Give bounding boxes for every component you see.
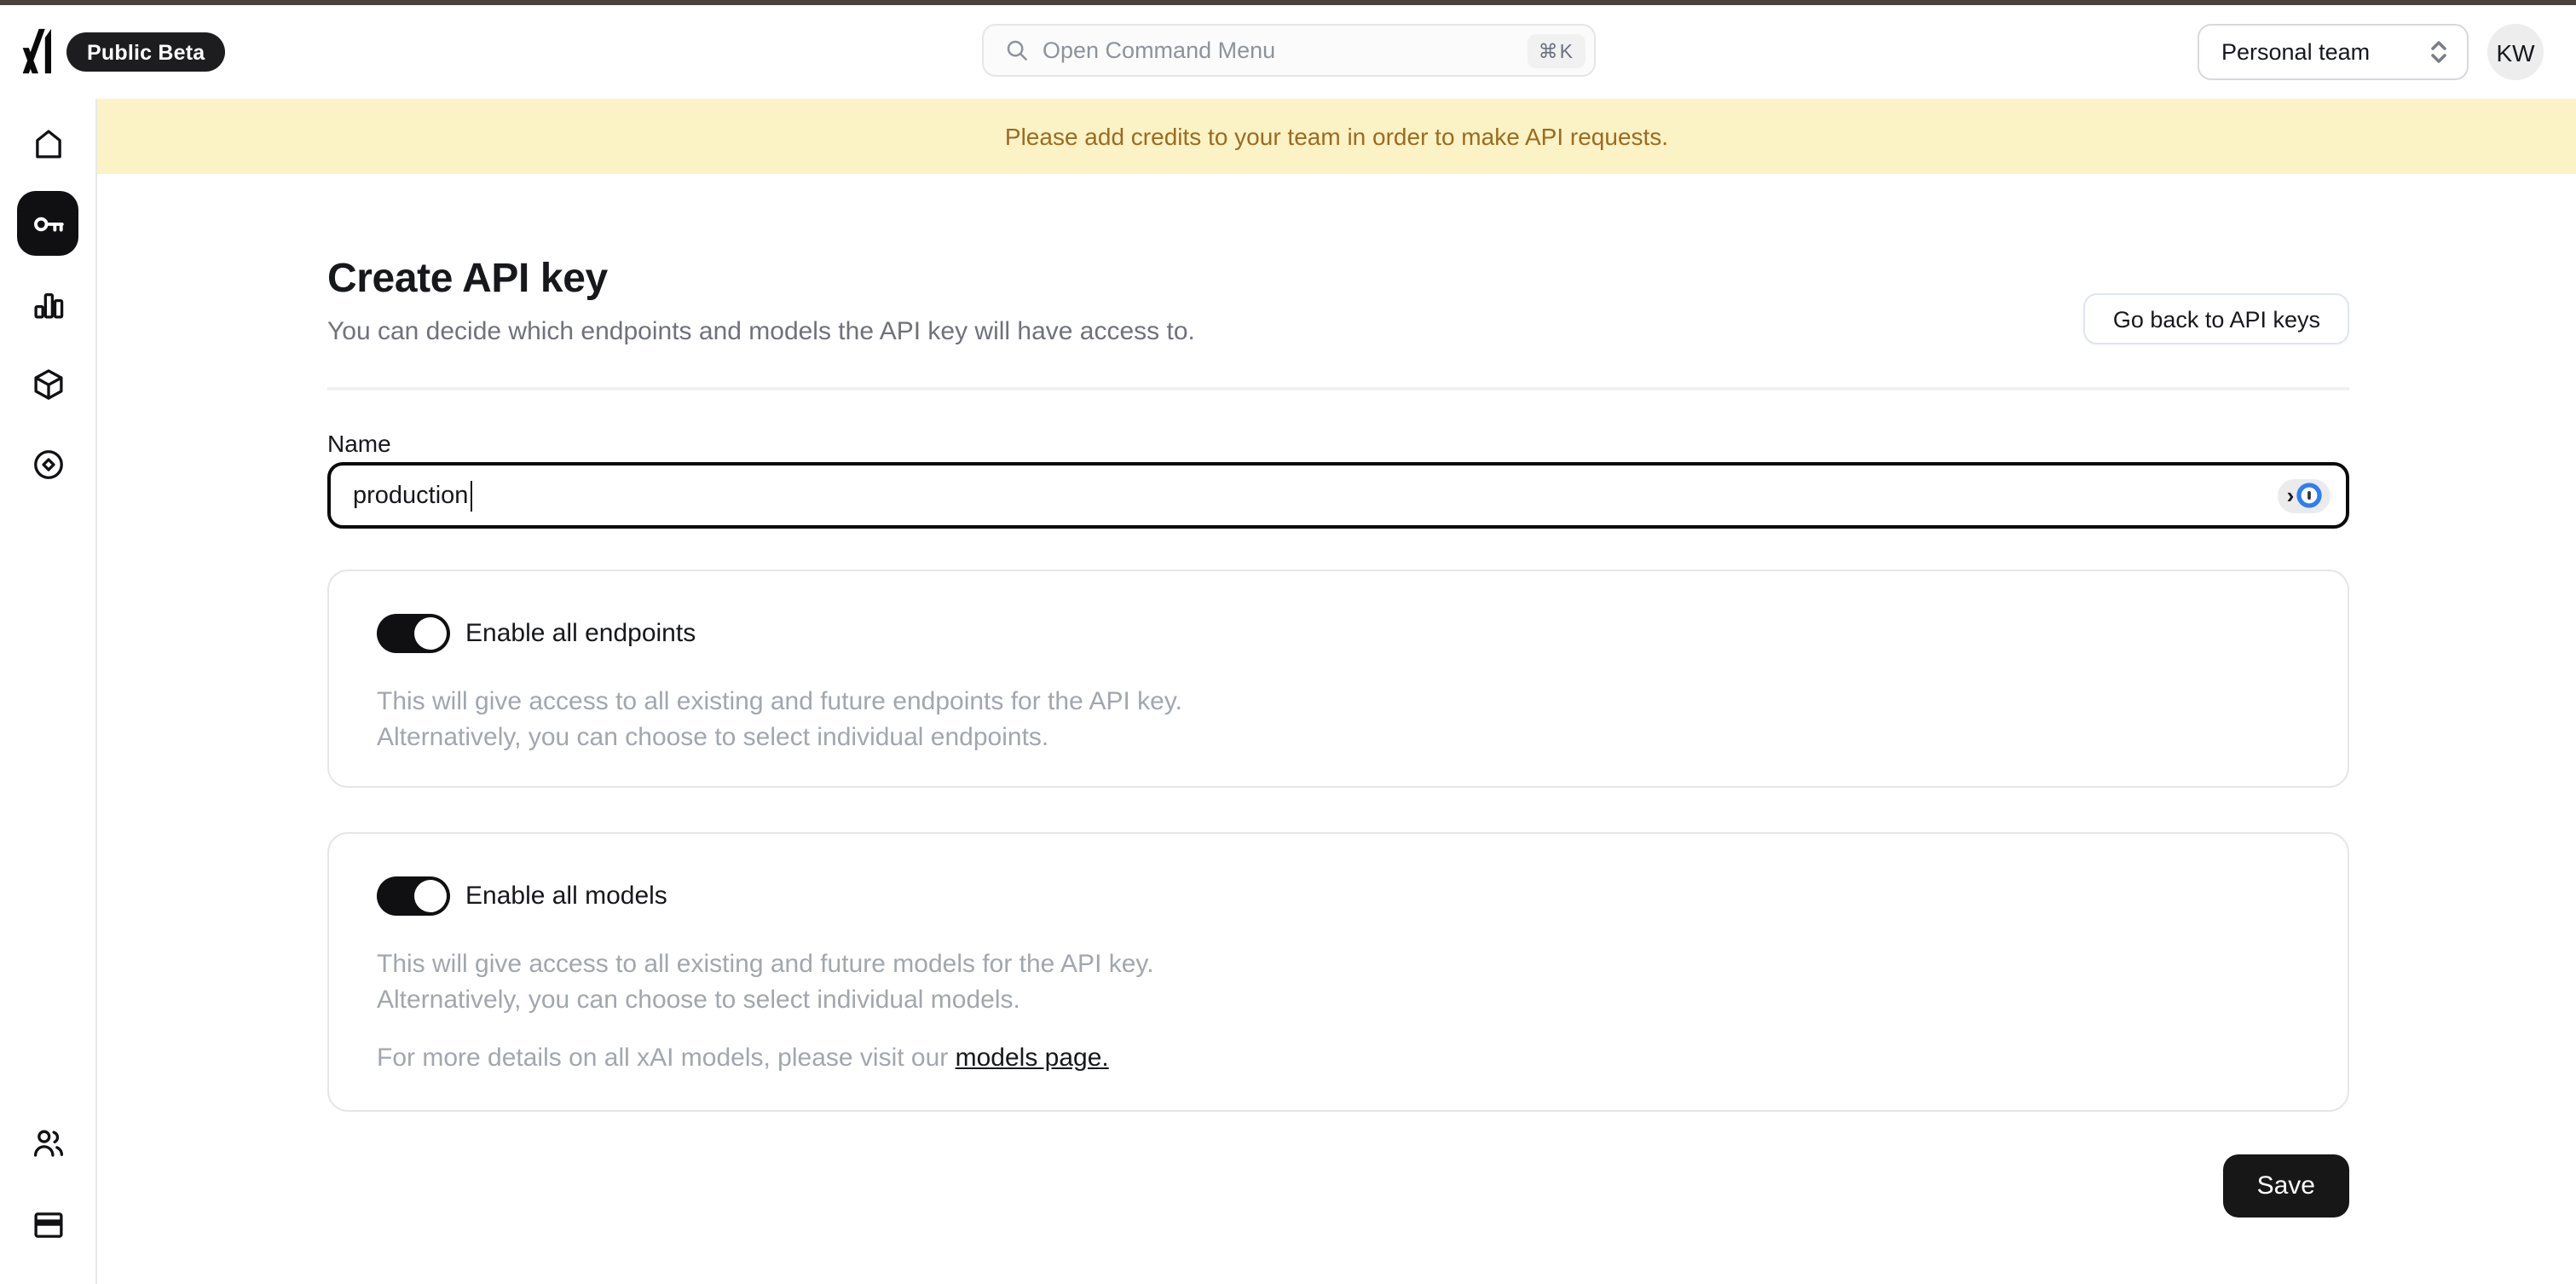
models-page-link[interactable]: models page. <box>956 1044 1109 1073</box>
key-icon <box>30 205 66 241</box>
sidebar-item-team[interactable] <box>17 1110 78 1175</box>
chevron-up-down-icon <box>2428 39 2450 65</box>
autofill-pill[interactable]: › <box>2278 478 2331 512</box>
text-cursor <box>470 480 472 511</box>
toggle-knob <box>414 617 447 650</box>
endpoints-toggle-label: Enable all endpoints <box>465 619 696 648</box>
shortcut-badge: ⌘K <box>1528 33 1585 67</box>
credit-card-icon <box>30 1206 66 1242</box>
1password-icon <box>2296 483 2321 508</box>
app-window: Public Beta Open Command Menu ⌘K Persona… <box>0 0 2576 1284</box>
sidebar-item-explore[interactable] <box>17 431 78 496</box>
go-back-label: Go back to API keys <box>2113 306 2320 332</box>
command-menu-search[interactable]: Open Command Menu ⌘K <box>981 24 1595 77</box>
users-icon <box>30 1125 66 1160</box>
description-line: This will give access to all existing an… <box>377 684 1182 720</box>
endpoints-toggle[interactable] <box>377 614 450 653</box>
name-field-label: Name <box>327 430 391 457</box>
models-card: Enable all models This will give access … <box>327 832 2349 1112</box>
save-button[interactable]: Save <box>2223 1154 2349 1217</box>
models-note-text: For more details on all xAI models, plea… <box>377 1044 956 1073</box>
team-selector-value: Personal team <box>2221 39 2428 65</box>
avatar-initials: KW <box>2496 38 2534 66</box>
team-selector[interactable]: Personal team <box>2198 24 2469 80</box>
search-placeholder: Open Command Menu <box>1043 38 1528 63</box>
models-description: This will give access to all existing an… <box>377 946 1154 1018</box>
sidebar-item-usage[interactable] <box>17 271 78 336</box>
models-note: For more details on all xAI models, plea… <box>377 1044 1109 1073</box>
public-beta-badge: Public Beta <box>66 32 225 72</box>
models-toggle-label: Enable all models <box>465 882 667 911</box>
sidebar-item-models[interactable] <box>17 351 78 416</box>
top-bar: Public Beta Open Command Menu ⌘K Persona… <box>0 5 2576 99</box>
home-icon <box>30 125 66 161</box>
endpoints-toggle-row: Enable all endpoints <box>377 614 696 653</box>
sidebar-item-billing[interactable] <box>17 1192 78 1257</box>
description-line: Alternatively, you can choose to select … <box>377 982 1154 1018</box>
xai-logo[interactable] <box>22 27 51 75</box>
toggle-knob <box>414 880 447 912</box>
sidebar-nav <box>0 99 97 1284</box>
sidebar-item-home[interactable] <box>17 111 78 176</box>
name-input[interactable]: production › <box>327 462 2349 529</box>
chevron-right-icon: › <box>2287 483 2295 506</box>
name-input-value: production <box>353 482 468 509</box>
models-toggle[interactable] <box>377 876 450 916</box>
models-toggle-row: Enable all models <box>377 876 667 916</box>
sidebar-item-api-keys[interactable] <box>17 191 78 256</box>
go-back-button[interactable]: Go back to API keys <box>2084 293 2349 344</box>
header-right-group: Personal team KW <box>2198 24 2544 80</box>
banner-message: Please add credits to your team in order… <box>1005 123 1668 150</box>
save-label: Save <box>2257 1171 2315 1200</box>
section-divider <box>327 387 2349 390</box>
description-line: Alternatively, you can choose to select … <box>377 720 1182 755</box>
search-icon <box>1003 38 1029 63</box>
bar-chart-icon <box>30 286 66 321</box>
credits-warning-banner: Please add credits to your team in order… <box>97 99 2576 174</box>
endpoints-description: This will give access to all existing an… <box>377 684 1182 755</box>
cube-icon <box>30 366 66 402</box>
badge-label: Public Beta <box>87 40 205 64</box>
page-title: Create API key <box>327 256 608 304</box>
endpoints-card: Enable all endpoints This will give acce… <box>327 570 2349 788</box>
description-line: This will give access to all existing an… <box>377 946 1154 982</box>
page-subtitle: You can decide which endpoints and model… <box>327 317 1195 346</box>
target-icon <box>30 446 66 482</box>
avatar[interactable]: KW <box>2487 24 2544 80</box>
